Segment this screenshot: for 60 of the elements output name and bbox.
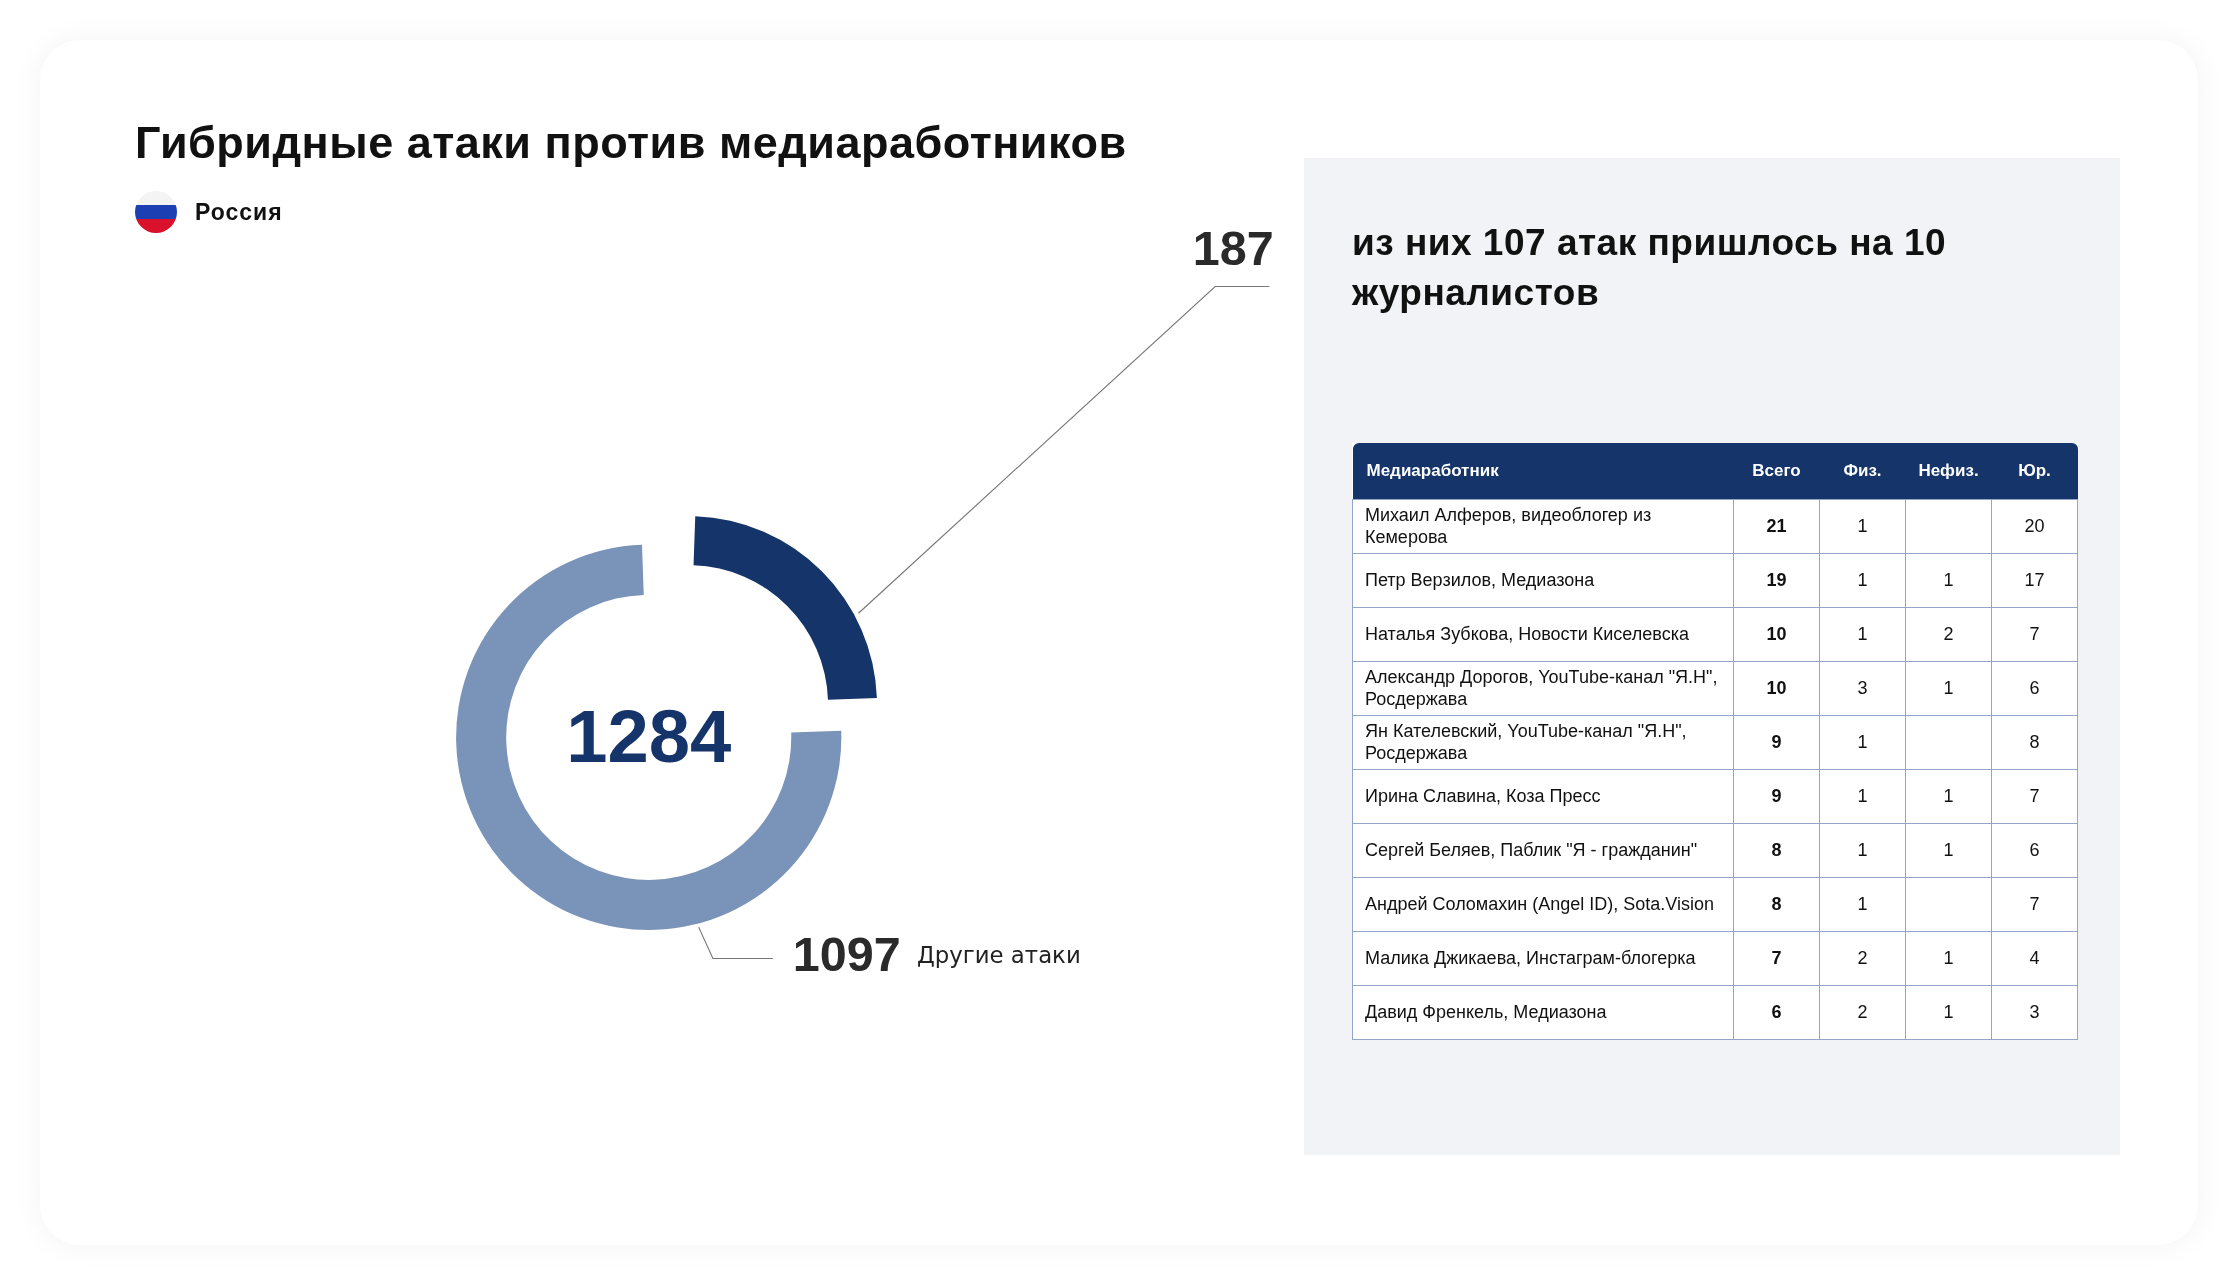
callout-value: 1097 [792,927,901,982]
table-cell: 6 [1733,985,1820,1040]
table-cell: 3 [1819,661,1906,716]
table-cell: 1 [1819,499,1906,554]
table-cell: Андрей Соломахин (Angel ID), Sota.Vision [1352,877,1734,932]
table-cell: 1 [1819,769,1906,824]
table-cell: Сергей Беляев, Паблик "Я - гражданин" [1352,823,1734,878]
page-title: Гибридные атаки против медиаработников [135,117,1128,169]
table-cell: Ирина Славина, Коза Пресс [1352,769,1734,824]
table-cell: 2 [1819,985,1906,1040]
table-cell: 21 [1733,499,1820,554]
table-cell: 2 [1905,607,1992,662]
table-cell: Петр Верзилов, Медиазона [1352,553,1734,608]
column-header: Юр. [1991,442,2078,500]
table-cell: 10 [1733,607,1820,662]
table-cell: 9 [1733,715,1820,770]
table-cell: 1 [1905,661,1992,716]
panel-heading: из них 107 атак пришлось на 10 журналистов [1352,221,1948,315]
table-cell: Наталья Зубкова, Новости Киселевска [1352,607,1734,662]
table-cell: Александр Дорогов, YouTube-канал "Я.Н", Росдержава [1352,661,1734,716]
table-cell: 7 [1991,607,2078,662]
table-cell: 19 [1733,553,1820,608]
table-cell: Ян Кателевский, YouTube-канал "Я.Н", Росдержава [1352,715,1734,770]
table-cell: 1 [1905,553,1992,608]
table-cell: 1 [1905,985,1992,1040]
callout-label: Другие атаки [916,941,1081,968]
table-cell: 17 [1991,553,2078,608]
table-cell: 1 [1905,823,1992,878]
table-cell: 6 [1991,823,2078,878]
table-cell: 9 [1733,769,1820,824]
table-cell: 1 [1819,607,1906,662]
table-cell: 1 [1905,931,1992,986]
table-cell: Малика Джикаева, Инстаграм-блогерка [1352,931,1734,986]
table-cell: 1 [1819,553,1906,608]
table-cell: 2 [1819,931,1906,986]
table-cell: 3 [1991,985,2078,1040]
table-cell: Михаил Алферов, видеоблогер из Кемерова [1352,499,1734,554]
column-header: Медиаработник [1352,442,1734,500]
column-header: Всего [1733,442,1820,500]
table-cell: 6 [1991,661,2078,716]
table-cell: 8 [1991,715,2078,770]
table-cell: Давид Френкель, Медиазона [1352,985,1734,1040]
total-value: 1284 [566,694,732,778]
table-cell: 20 [1991,499,2078,554]
table-cell: 8 [1733,877,1820,932]
callout-value: 187 [1192,221,1274,276]
country-name: Россия [195,198,283,226]
column-header: Нефиз. [1905,442,1992,500]
table-cell: 1 [1905,769,1992,824]
table-cell: 7 [1733,931,1820,986]
table-cell: 1 [1819,715,1906,770]
table-cell: 8 [1733,823,1820,878]
table-cell: 7 [1991,877,2078,932]
table-cell: 1 [1819,877,1906,932]
flag-icon [135,191,177,233]
table-cell: 4 [1991,931,2078,986]
table-cell: 1 [1819,823,1906,878]
column-header: Физ. [1819,442,1906,500]
table-cell: 7 [1991,769,2078,824]
table-cell: 10 [1733,661,1820,716]
